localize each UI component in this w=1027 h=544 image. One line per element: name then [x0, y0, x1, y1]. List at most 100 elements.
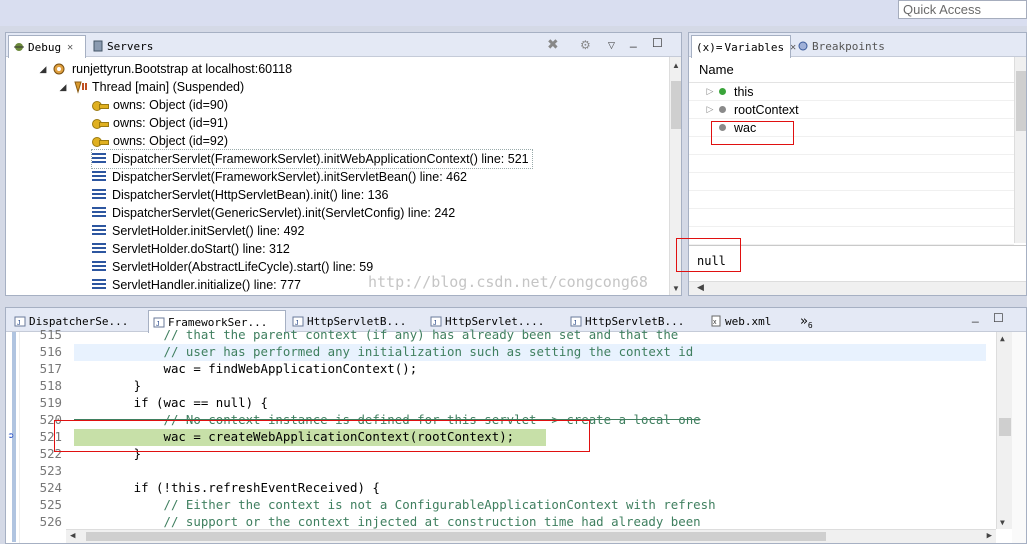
tab-label: HttpServlet.... — [445, 314, 545, 328]
quick-access-input[interactable]: Quick Access — [898, 0, 1027, 19]
tab-servers-label: Servers — [107, 39, 154, 53]
editor-horizontal-scrollbar[interactable]: ◀ ▶ — [66, 529, 996, 543]
scroll-left-icon[interactable]: ◀ — [70, 531, 75, 541]
scroll-thumb[interactable] — [999, 418, 1011, 436]
tree-monitor[interactable]: owns: Object (id=91) — [92, 114, 228, 132]
stack-frame-selected[interactable]: DispatcherServlet(FrameworkServlet).init… — [91, 149, 533, 169]
stack-frame[interactable]: ServletHolder.initServlet() line: 492 — [92, 222, 304, 240]
tree-process[interactable]: ◢ runjettyrun.Bootstrap at localhost:601… — [38, 60, 293, 78]
stack-frame[interactable]: DispatcherServlet(GenericServlet).init(S… — [92, 204, 455, 222]
scroll-up-icon[interactable]: ▲ — [1000, 334, 1005, 343]
minimize-icon[interactable]: _ — [630, 34, 637, 48]
stack-frame-icon — [92, 279, 106, 291]
key-icon — [92, 118, 109, 129]
tree-monitor[interactable]: owns: Object (id=92) — [92, 132, 228, 150]
stack-frame[interactable]: ServletHolder.doStart() line: 312 — [92, 240, 290, 258]
variable-name: rootContext — [734, 102, 799, 117]
variable-row-empty — [689, 209, 1014, 227]
debug-bug-icon — [13, 41, 25, 53]
java-class-icon: J — [430, 315, 442, 327]
scroll-up-icon[interactable]: ▲ — [670, 61, 682, 70]
code-line: } — [74, 378, 142, 393]
editor-gutter: ➲ — [6, 332, 20, 543]
thread-suspended-icon — [72, 80, 88, 94]
annotation-box-wac — [711, 121, 794, 145]
stack-frame[interactable]: ServletHandler.initialize() line: 777 — [92, 276, 301, 294]
stack-frame-icon — [92, 171, 106, 183]
thread-label: Thread [main] (Suspended) — [92, 80, 245, 94]
tab-breakpoints[interactable]: Breakpoints — [793, 35, 893, 57]
scroll-thumb[interactable] — [1016, 71, 1026, 131]
collapse-icon[interactable]: ⚙ — [580, 38, 591, 52]
stack-frame[interactable]: DispatcherServlet(FrameworkServlet).init… — [92, 168, 467, 186]
annotation-box-null — [676, 238, 741, 272]
line-number: 524 — [39, 480, 62, 495]
maximize-icon[interactable]: ☐ — [652, 36, 663, 50]
svg-text:J: J — [573, 320, 577, 327]
frame-label: DispatcherServlet(GenericServlet).init(S… — [112, 206, 456, 220]
chevron-overflow-icon: » — [800, 313, 808, 329]
tree-thread[interactable]: ◢ Thread [main] (Suspended) — [58, 78, 245, 96]
line-number: 525 — [39, 497, 62, 512]
tab-label: web.xml — [725, 314, 772, 328]
local-variable-icon — [719, 106, 726, 113]
tab-debug[interactable]: Debug ✕ — [8, 35, 86, 58]
tree-monitor[interactable]: owns: Object (id=90) — [92, 96, 228, 114]
frame-label: DispatcherServlet(HttpServletBean).init(… — [112, 188, 389, 202]
scroll-thumb[interactable] — [86, 532, 826, 541]
key-icon — [92, 100, 109, 111]
close-icon[interactable]: ✕ — [67, 42, 73, 53]
expand-icon[interactable]: ◢ — [58, 82, 68, 93]
tab-variables[interactable]: (x)= Variables ✕ — [691, 35, 796, 58]
expand-icon[interactable]: ◢ — [38, 64, 48, 75]
scroll-down-icon[interactable]: ▼ — [1000, 518, 1005, 527]
variables-column-name[interactable]: Name — [689, 57, 1014, 83]
tab-debug-label: Debug — [28, 40, 62, 54]
stack-frame-icon — [92, 153, 106, 165]
variable-row[interactable]: ▷ rootContext — [689, 101, 1014, 119]
code-line: if (!this.refreshEventReceived) { — [74, 480, 380, 495]
variables-scrollbar[interactable] — [1014, 57, 1026, 243]
tab-editor[interactable]: x web.xml — [706, 310, 786, 332]
variable-row[interactable]: ▷ this — [689, 83, 1014, 101]
svg-text:x: x — [713, 319, 717, 326]
servers-icon — [92, 40, 104, 52]
maximize-icon[interactable]: ☐ — [993, 311, 1004, 325]
xml-file-icon: x — [710, 315, 722, 327]
minimize-icon[interactable]: _ — [972, 309, 979, 323]
key-icon — [92, 136, 109, 147]
line-number: 518 — [39, 378, 62, 393]
instruction-pointer-icon: ➲ — [8, 431, 15, 442]
frame-label: ServletHolder.initServlet() line: 492 — [112, 224, 305, 238]
horizontal-scrollbar[interactable]: ◀ — [689, 281, 1026, 295]
frame-label: DispatcherServlet(FrameworkServlet).init… — [112, 170, 467, 184]
remove-terminated-icon[interactable]: ✖ — [547, 36, 559, 53]
svg-text:J: J — [17, 320, 21, 327]
field-public-icon — [719, 88, 726, 95]
monitor-label: owns: Object (id=92) — [113, 134, 228, 148]
stack-frame-icon — [92, 261, 106, 273]
monitor-label: owns: Object (id=90) — [113, 98, 228, 112]
scroll-down-icon[interactable]: ▼ — [670, 284, 682, 293]
view-menu-icon[interactable]: ▽ — [608, 40, 615, 51]
java-class-icon: J — [292, 315, 304, 327]
tab-overflow[interactable]: » 6 — [796, 310, 826, 332]
java-class-icon: J — [14, 315, 26, 327]
breakpoints-icon — [797, 40, 809, 52]
scroll-left-icon[interactable]: ◀ — [697, 282, 704, 293]
expand-icon[interactable]: ▷ — [705, 104, 715, 115]
monitor-label: owns: Object (id=91) — [113, 116, 228, 130]
scroll-right-icon[interactable]: ▶ — [987, 531, 992, 541]
frame-label: ServletHolder.doStart() line: 312 — [112, 242, 290, 256]
stack-frame[interactable]: ServletHolder(AbstractLifeCycle).start()… — [92, 258, 373, 276]
frame-label: DispatcherServlet(FrameworkServlet).init… — [112, 152, 529, 166]
tab-servers[interactable]: Servers — [88, 35, 160, 57]
process-label: runjettyrun.Bootstrap at localhost:60118 — [72, 62, 293, 76]
scroll-thumb[interactable] — [671, 81, 681, 129]
variable-row-empty — [689, 191, 1014, 209]
editor-vertical-scrollbar[interactable]: ▲ ▼ — [996, 332, 1012, 529]
stack-frame[interactable]: DispatcherServlet(HttpServletBean).init(… — [92, 186, 389, 204]
expand-icon[interactable]: ▷ — [705, 86, 715, 97]
debug-tree: ◢ runjettyrun.Bootstrap at localhost:601… — [6, 57, 669, 295]
watermark: http://blog.csdn.net/congcong68 — [368, 273, 648, 291]
